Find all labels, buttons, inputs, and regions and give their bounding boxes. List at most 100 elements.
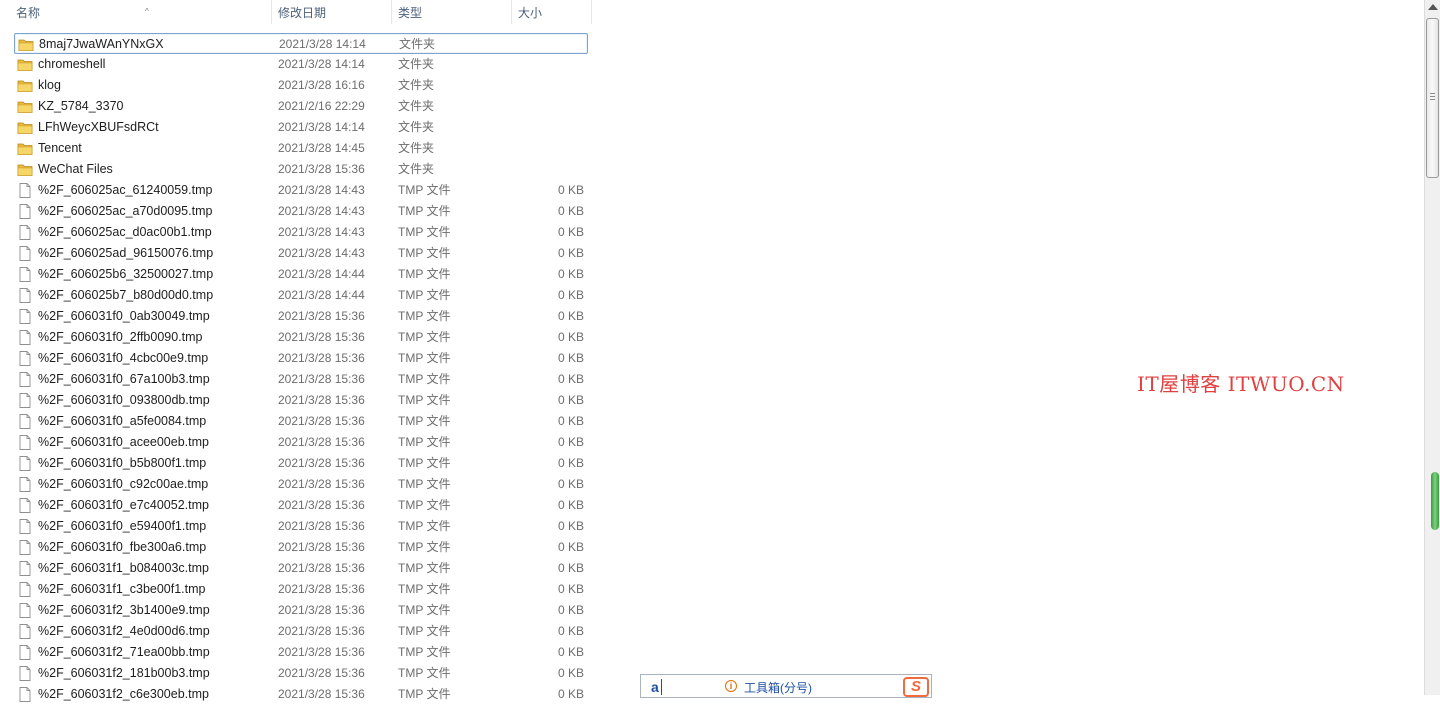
file-name: chromeshell (38, 57, 106, 71)
file-size: 0 KB (557, 393, 584, 407)
file-type: 文件夹 (398, 78, 435, 92)
scrollbar-thumb[interactable] (1426, 18, 1439, 178)
file-row[interactable]: %2F_606031f0_c92c00ae.tmp 2021/3/28 15:36… (14, 474, 588, 495)
column-type-header[interactable]: 类型 (392, 0, 512, 24)
file-row[interactable]: %2F_606031f0_e59400f1.tmp 2021/3/28 15:36… (14, 516, 588, 537)
file-date: 2021/3/28 14:43 (278, 246, 365, 260)
file-size: 0 KB (557, 519, 584, 533)
ime-caret (661, 679, 662, 695)
file-row[interactable]: %2F_606031f0_093800db.tmp 2021/3/28 15:36… (14, 390, 588, 411)
file-type: TMP 文件 (398, 498, 451, 512)
file-row[interactable]: %2F_606031f0_e7c40052.tmp 2021/3/28 15:36… (14, 495, 588, 516)
column-size-label: 大小 (518, 6, 543, 20)
folder-row[interactable]: klog 2021/3/28 16:16 文件夹 (14, 75, 588, 96)
column-name-header[interactable]: 名称 ^ (10, 0, 272, 24)
file-size: 0 KB (557, 351, 584, 365)
file-row[interactable]: %2F_606025b7_b80d00d0.tmp 2021/3/28 14:44… (14, 285, 588, 306)
file-icon (17, 351, 33, 366)
file-row[interactable]: %2F_606031f0_a5fe0084.tmp 2021/3/28 15:36… (14, 411, 588, 432)
file-type: TMP 文件 (398, 225, 451, 239)
file-size: 0 KB (557, 456, 584, 470)
file-row[interactable]: %2F_606031f0_67a100b3.tmp 2021/3/28 15:36… (14, 369, 588, 390)
file-row[interactable]: %2F_606031f0_fbe300a6.tmp 2021/3/28 15:36… (14, 537, 588, 558)
file-row[interactable]: %2F_606031f2_181b00b3.tmp 2021/3/28 15:36… (14, 663, 588, 684)
file-icon (17, 666, 33, 681)
file-name: %2F_606025b6_32500027.tmp (38, 267, 214, 281)
file-icon (17, 246, 33, 261)
file-date: 2021/3/28 14:14 (278, 57, 365, 71)
file-name: %2F_606025b7_b80d00d0.tmp (38, 288, 214, 302)
file-type: TMP 文件 (398, 372, 451, 386)
file-row[interactable]: %2F_606031f0_b5b800f1.tmp 2021/3/28 15:36… (14, 453, 588, 474)
file-type: 文件夹 (399, 37, 436, 51)
column-date-header[interactable]: 修改日期 (272, 0, 392, 24)
column-name-label: 名称 (16, 6, 41, 20)
file-date: 2021/3/28 14:14 (279, 37, 366, 51)
vertical-scrollbar[interactable] (1424, 0, 1440, 695)
file-name: WeChat Files (38, 162, 113, 176)
file-date: 2021/3/28 15:36 (278, 603, 365, 617)
ime-toolbox-link[interactable]: 工具箱(分号) (744, 679, 812, 696)
file-name: %2F_606031f0_4cbc00e9.tmp (38, 351, 209, 365)
file-icon (17, 561, 33, 576)
file-size (504, 54, 584, 75)
file-date: 2021/3/28 15:36 (278, 414, 365, 428)
file-type: TMP 文件 (398, 561, 451, 575)
folder-row[interactable]: WeChat Files 2021/3/28 15:36 文件夹 (14, 159, 588, 180)
file-size: 0 KB (557, 204, 584, 218)
file-date: 2021/3/28 15:36 (278, 477, 365, 491)
file-row[interactable]: %2F_606025ac_61240059.tmp 2021/3/28 14:43… (14, 180, 588, 201)
file-name: %2F_606031f0_a5fe0084.tmp (38, 414, 207, 428)
file-type: TMP 文件 (398, 603, 451, 617)
folder-row[interactable]: KZ_5784_3370 2021/2/16 22:29 文件夹 (14, 96, 588, 117)
file-row[interactable]: %2F_606031f0_2ffb0090.tmp 2021/3/28 15:36… (14, 327, 588, 348)
file-row[interactable]: %2F_606031f0_0ab30049.tmp 2021/3/28 15:36… (14, 306, 588, 327)
folder-icon (17, 141, 33, 156)
column-size-header[interactable]: 大小 (512, 0, 592, 24)
file-date: 2021/3/28 15:36 (278, 309, 365, 323)
grip-line (1430, 99, 1435, 100)
file-size: 0 KB (557, 624, 584, 638)
file-icon (17, 540, 33, 555)
file-name: %2F_606031f0_093800db.tmp (38, 393, 210, 407)
file-row[interactable]: %2F_606025ac_a70d0095.tmp 2021/3/28 14:43… (14, 201, 588, 222)
file-name: %2F_606031f0_0ab30049.tmp (38, 309, 210, 323)
file-row[interactable]: %2F_606031f1_c3be00f1.tmp 2021/3/28 15:36… (14, 579, 588, 600)
file-size: 0 KB (557, 582, 584, 596)
file-type: TMP 文件 (398, 477, 451, 491)
file-row[interactable]: %2F_606031f0_4cbc00e9.tmp 2021/3/28 15:36… (14, 348, 588, 369)
file-type: TMP 文件 (398, 540, 451, 554)
file-row[interactable]: %2F_606025ac_d0ac00b1.tmp 2021/3/28 14:43… (14, 222, 588, 243)
file-row[interactable]: %2F_606031f1_b084003c.tmp 2021/3/28 15:36… (14, 558, 588, 579)
file-icon (17, 414, 33, 429)
grip-line (1430, 93, 1435, 94)
file-row[interactable]: %2F_606031f2_3b1400e9.tmp 2021/3/28 15:36… (14, 600, 588, 621)
file-date: 2021/3/28 16:16 (278, 78, 365, 92)
sogou-logo-icon[interactable]: S (903, 677, 929, 697)
secondary-scroll-indicator[interactable] (1431, 472, 1439, 530)
file-name: %2F_606031f0_fbe300a6.tmp (38, 540, 207, 554)
file-type: TMP 文件 (398, 183, 451, 197)
file-name: 8maj7JwaWAnYNxGX (39, 37, 164, 51)
file-row[interactable]: %2F_606031f0_acee00eb.tmp 2021/3/28 15:36… (14, 432, 588, 453)
sort-ascending-icon: ^ (145, 7, 149, 16)
file-row[interactable]: %2F_606025ad_96150076.tmp 2021/3/28 14:43… (14, 243, 588, 264)
file-row[interactable]: %2F_606031f2_4e0d00d6.tmp 2021/3/28 15:36… (14, 621, 588, 642)
folder-row[interactable]: chromeshell 2021/3/28 14:14 文件夹 (14, 54, 588, 75)
file-date: 2021/3/28 14:43 (278, 183, 365, 197)
folder-row[interactable]: Tencent 2021/3/28 14:45 文件夹 (14, 138, 588, 159)
file-date: 2021/3/28 15:36 (278, 372, 365, 386)
file-icon (17, 225, 33, 240)
file-icon (17, 582, 33, 597)
toolbox-icon[interactable]: i (725, 680, 737, 692)
file-date: 2021/3/28 15:36 (278, 561, 365, 575)
scroll-up-arrow-icon[interactable] (1428, 4, 1438, 10)
file-row[interactable]: %2F_606025b6_32500027.tmp 2021/3/28 14:44… (14, 264, 588, 285)
file-row[interactable]: %2F_606031f2_71ea00bb.tmp 2021/3/28 15:36… (14, 642, 588, 663)
file-name: %2F_606031f0_b5b800f1.tmp (38, 456, 207, 470)
file-size: 0 KB (557, 225, 584, 239)
folder-row[interactable]: LFhWeycXBUFsdRCt 2021/3/28 14:14 文件夹 (14, 117, 588, 138)
ime-input-text: a (651, 679, 659, 695)
folder-row[interactable]: 8maj7JwaWAnYNxGX 2021/3/28 14:14 文件夹 (14, 33, 588, 54)
file-type: TMP 文件 (398, 624, 451, 638)
